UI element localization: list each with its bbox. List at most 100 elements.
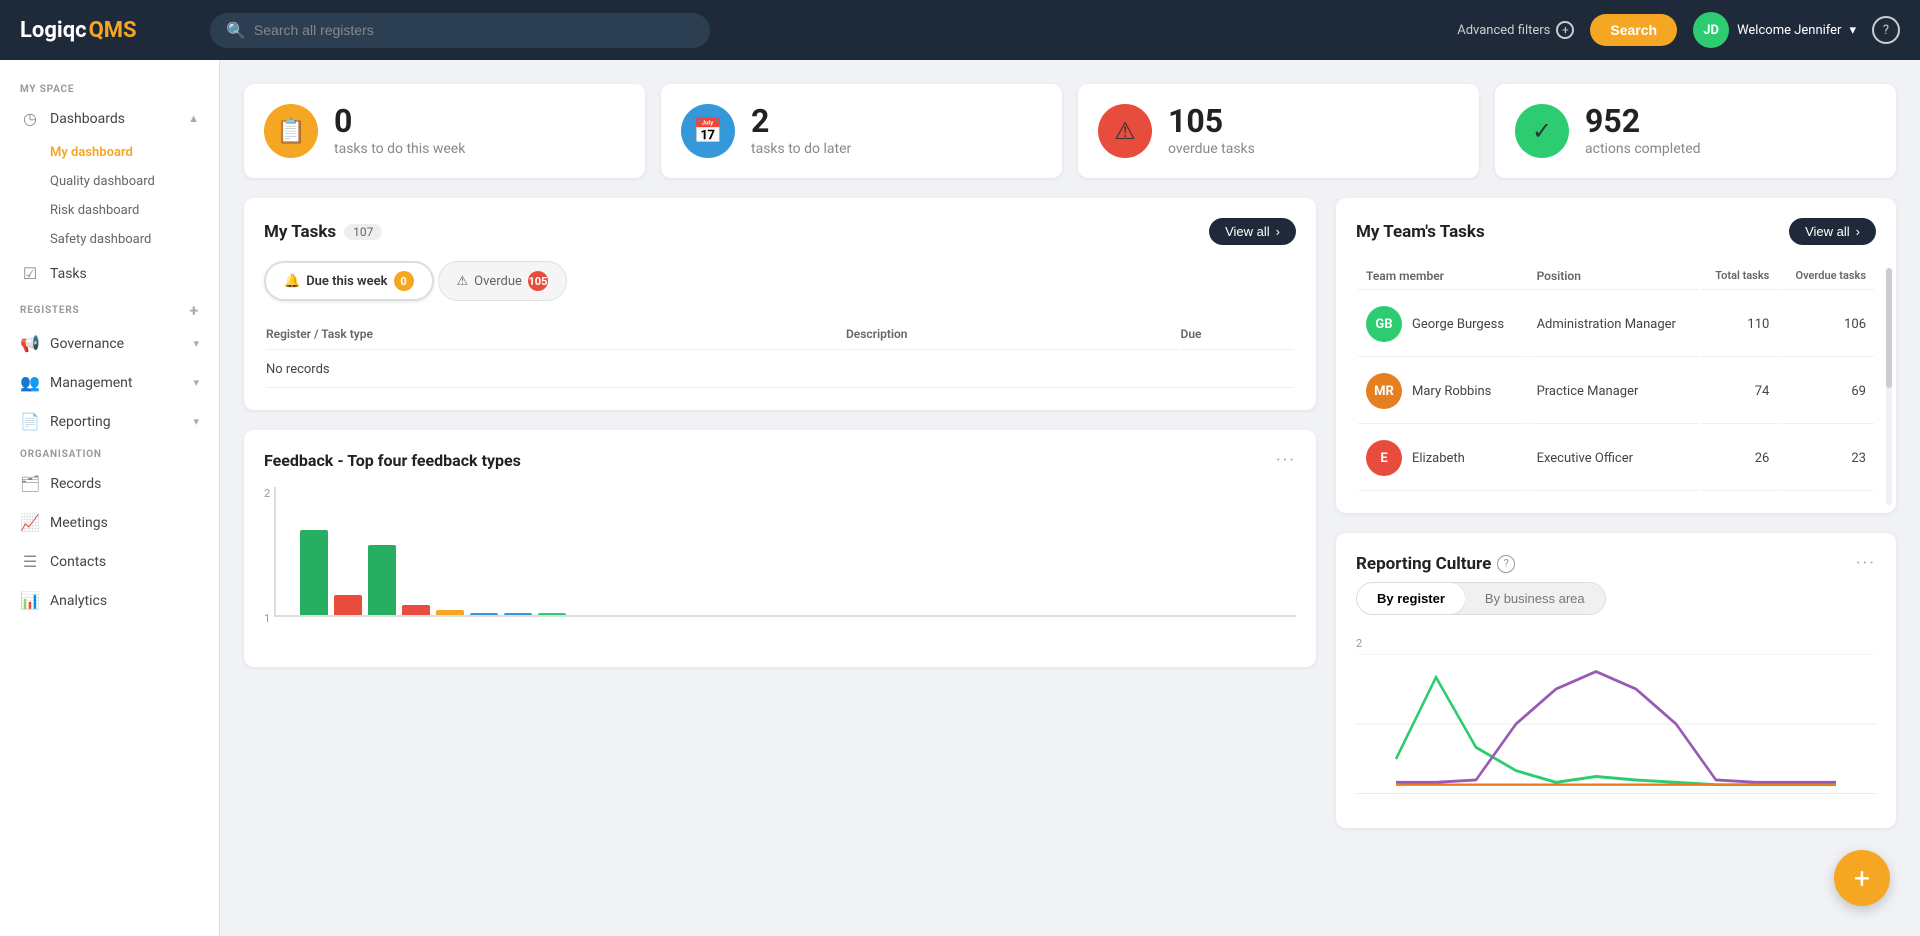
feedback-title: Feedback - Top four feedback types [264,451,521,470]
reporting-culture-help-icon[interactable]: ? [1497,555,1515,573]
stat-card-tasks_later[interactable]: 📅 2 tasks to do later [661,84,1062,178]
member-position: Administration Manager [1529,292,1699,357]
chart-bar [470,613,498,615]
sidebar-item-dashboards[interactable]: ◷ Dashboards ▲ [0,99,219,138]
team-member-cell[interactable]: MR Mary Robbins [1358,359,1527,424]
teams-tasks-title: My Team's Tasks [1356,222,1485,242]
meetings-icon: 📈 [20,513,40,532]
member-total-tasks: 26 [1701,426,1778,491]
reporting-icon: 📄 [20,412,40,431]
organisation-label: ORGANISATION [0,441,219,464]
records-icon: 🗂 [20,474,40,493]
sidebar-item-meetings[interactable]: 📈 Meetings [0,503,219,542]
tab-badge-due_this_week: 0 [394,271,414,291]
stat-icon-tasks_later: 📅 [681,104,735,158]
search-icon: 🔍 [226,21,246,40]
reporting-culture-chart: 2 [1356,627,1876,808]
sidebar-item-tasks[interactable]: ☑ Tasks [0,254,219,293]
member-name: George Burgess [1412,317,1504,332]
toggle-by-register-button[interactable]: By register [1357,583,1465,614]
dashboards-label: Dashboards [50,111,125,127]
member-position: Practice Manager [1529,359,1699,424]
advanced-filters[interactable]: Advanced filters + [1457,21,1574,39]
dashboards-chevron-icon: ▲ [188,112,199,125]
scroll-track [1886,268,1892,505]
scroll-thumb [1886,268,1892,388]
management-chevron-icon: ▾ [193,376,199,389]
member-name: Elizabeth [1412,451,1465,466]
management-icon: 👥 [20,373,40,392]
tasks-table: Register / Task type Description Due No … [264,317,1296,390]
stat-card-tasks_this_week[interactable]: 📋 0 tasks to do this week [244,84,645,178]
chart-bar [538,613,566,615]
team-member-cell[interactable]: GB George Burgess [1358,292,1527,357]
toggle-by-business-area-button[interactable]: By business area [1465,583,1605,614]
stat-icon-tasks_this_week: 📋 [264,104,318,158]
table-row: MR Mary Robbins Practice Manager 74 69 [1358,359,1874,424]
stat-icon-overdue_tasks: ⚠ [1098,104,1152,158]
stat-text-tasks_this_week: 0 tasks to do this week [334,105,465,157]
member-total-tasks: 110 [1701,292,1778,357]
registers-add-icon[interactable]: + [189,301,199,320]
team-member-cell[interactable]: E Elizabeth [1358,426,1527,491]
sidebar-item-reporting[interactable]: 📄 Reporting ▾ [0,402,219,441]
feedback-dots-menu[interactable]: ··· [1276,450,1296,471]
search-input[interactable] [254,22,694,38]
stat-card-overdue_tasks[interactable]: ⚠ 105 overdue tasks [1078,84,1479,178]
teams-tasks-view-all-button[interactable]: View all › [1789,218,1876,245]
stat-text-tasks_later: 2 tasks to do later [751,105,851,157]
my-tasks-view-all-button[interactable]: View all › [1209,218,1296,245]
stat-label-actions_completed: actions completed [1585,141,1701,157]
team-table: Team member Position Total tasks Overdue… [1356,261,1876,493]
no-records-text: No records [266,352,1294,388]
stat-number-overdue_tasks: 105 [1168,105,1255,137]
sidebar-item-governance[interactable]: 📢 Governance ▾ [0,324,219,363]
stat-label-overdue_tasks: overdue tasks [1168,141,1255,157]
sidebar-item-records[interactable]: 🗂 Records [0,464,219,503]
tab-overdue[interactable]: ⚠ Overdue 105 [438,261,567,301]
sidebar-subitem-quality-dashboard[interactable]: Quality dashboard [0,167,219,196]
content-grid: My Tasks 107 View all › 🔔 Due this week … [244,198,1896,848]
fab-button[interactable]: + [1834,850,1890,906]
table-row: No records [266,352,1294,388]
sidebar-item-analytics[interactable]: 📊 Analytics [0,581,219,620]
topnav: LogiqcQMS 🔍 Advanced filters + Search JD… [0,0,1920,60]
stat-number-tasks_later: 2 [751,105,851,137]
tab-due_this_week[interactable]: 🔔 Due this week 0 [264,261,434,301]
chart-bar [402,605,430,615]
member-avatar: E [1366,440,1402,476]
sidebar-item-contacts[interactable]: ☰ Contacts [0,542,219,581]
nav-right: Advanced filters + Search JD Welcome Jen… [1457,12,1900,48]
meetings-label: Meetings [50,515,108,531]
user-greeting: Welcome Jennifer [1737,23,1841,38]
right-column: My Team's Tasks View all › Team member P… [1336,198,1896,848]
sidebar-subitem-risk-dashboard[interactable]: Risk dashboard [0,196,219,225]
reporting-toggle-group: By register By business area [1356,582,1876,615]
stat-card-actions_completed[interactable]: ✓ 952 actions completed [1495,84,1896,178]
my-tasks-tabs: 🔔 Due this week 0 ⚠ Overdue 105 [264,261,1296,301]
contacts-icon: ☰ [20,552,40,571]
tab-badge-overdue: 105 [528,271,548,291]
reporting-culture-dots-menu[interactable]: ··· [1856,553,1876,574]
stat-label-tasks_this_week: tasks to do this week [334,141,465,157]
search-bar[interactable]: 🔍 [210,13,710,48]
search-button[interactable]: Search [1590,14,1677,46]
sidebar-subitem-my-dashboard[interactable]: My dashboard [0,138,219,167]
tab-icon-overdue: ⚠ [457,274,469,289]
col-team-member: Team member [1358,263,1527,290]
member-position: Executive Officer [1529,426,1699,491]
member-name: Mary Robbins [1412,384,1491,399]
advanced-filters-label: Advanced filters [1457,23,1550,38]
teams-tasks-header: My Team's Tasks View all › [1356,218,1876,245]
col-due: Due [1181,319,1294,350]
help-icon[interactable]: ? [1872,16,1900,44]
advanced-filters-plus-icon: + [1556,21,1574,39]
sidebar-subitem-safety-dashboard[interactable]: Safety dashboard [0,225,219,254]
col-position: Position [1529,263,1699,290]
user-info[interactable]: JD Welcome Jennifer ▾ [1693,12,1856,48]
stat-number-actions_completed: 952 [1585,105,1701,137]
sidebar-item-management[interactable]: 👥 Management ▾ [0,363,219,402]
tasks-icon: ☑ [20,264,40,283]
chart-y-max: 2 [264,487,270,500]
registers-label: REGISTERS + [0,293,219,324]
